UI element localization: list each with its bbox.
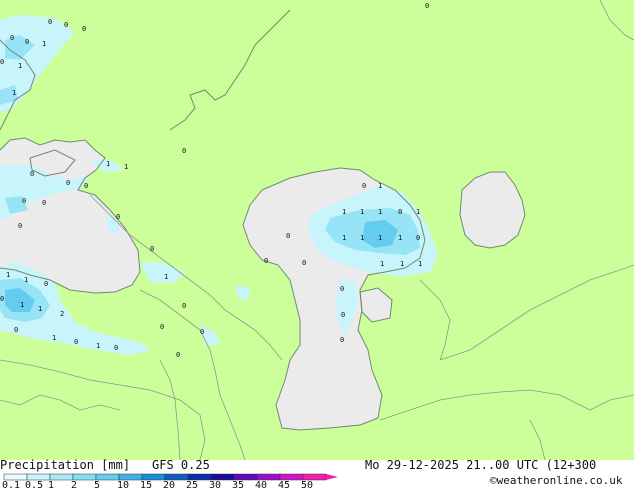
legend-label: 50	[301, 480, 314, 491]
precip-value-label: 0	[341, 311, 345, 319]
precip-value-label: 1	[416, 208, 420, 216]
legend-label: 5	[94, 480, 101, 491]
precip-value-label: 1	[124, 163, 128, 171]
forecast-datetime: Mo 29-12-2025 21..00 UTC (12+300	[365, 458, 597, 472]
legend-label: 30	[209, 480, 222, 491]
legend-label: 10	[117, 480, 130, 491]
precip-value-label: 1	[164, 273, 168, 281]
precip-value-label: 0	[18, 222, 22, 230]
precip-value-label: 0	[48, 18, 52, 26]
product-title: Precipitation [mm]	[0, 458, 131, 472]
legend-label: 35	[232, 480, 245, 491]
legend-label: 40	[255, 480, 268, 491]
precip-value-label: 1	[106, 160, 110, 168]
precip-value-label: 0	[200, 328, 204, 336]
precip-value-label: 1	[400, 260, 404, 268]
legend-arrow	[326, 474, 338, 480]
precip-value-label: 0	[10, 34, 14, 42]
precip-value-label: 1	[418, 260, 422, 268]
precip-value-label: 1	[342, 208, 346, 216]
precip-value-label: 0	[116, 213, 120, 221]
precip-value-label: 0	[340, 336, 344, 344]
precip-value-label: 1	[42, 40, 46, 48]
precip-value-label: 0	[398, 208, 402, 216]
precip-value-label: 0	[74, 338, 78, 346]
precip-value-label: 0	[84, 182, 88, 190]
precip-value-label: 0	[114, 344, 118, 352]
legend-label: 1	[48, 480, 55, 491]
precip-value-label: 1	[398, 234, 402, 242]
precip-value-label: 0	[416, 234, 420, 242]
precip-value-label: 1	[12, 89, 16, 97]
precip-value-label: 0	[64, 21, 68, 29]
precip-value-label: 0	[82, 25, 86, 33]
precip-value-label: 1	[52, 334, 56, 342]
legend-label: 20	[163, 480, 176, 491]
precip-value-label: 0	[14, 326, 18, 334]
precip-value-label: 2	[60, 310, 64, 318]
precip-value-label: 1	[380, 260, 384, 268]
precip-value-label: 0	[150, 245, 154, 253]
precip-value-label: 1	[18, 62, 22, 70]
model-name: GFS 0.25	[152, 458, 210, 472]
precip-value-label: 1	[20, 301, 24, 309]
precip-value-label: 1	[342, 234, 346, 242]
legend-label: 45	[278, 480, 291, 491]
precip-value-label: 1	[378, 208, 382, 216]
precip-value-label: 0	[160, 323, 164, 331]
precip-value-label: 1	[378, 234, 382, 242]
precip-value-label: 1	[6, 271, 10, 279]
precip-value-label: 1	[360, 208, 364, 216]
precip-value-label: 0	[264, 257, 268, 265]
precip-value-label: 0	[425, 2, 429, 10]
precip-value-label: 0	[44, 280, 48, 288]
precip-value-label: 0	[0, 58, 4, 66]
precip-value-label: 0	[182, 302, 186, 310]
precip-value-label: 0	[286, 232, 290, 240]
precipitation-map: 0 0 0 0 0 1 0 1 1 0 0 1 1 0 0 0 0 0 0 0 0 0 0 1 1 0 0 1 1 2 1 0 0 1 0 1 0 0 0 0…	[0, 0, 634, 461]
legend-label: 15	[140, 480, 153, 491]
precip-value-label: 0	[42, 199, 46, 207]
precip-value-label: 0	[22, 197, 26, 205]
credit-text: ©weatheronline.co.uk	[490, 474, 623, 487]
legend-label: 0.5	[25, 480, 44, 491]
precip-value-label: 0	[182, 147, 186, 155]
precip-value-label: 0	[302, 259, 306, 267]
precip-value-label: 0	[66, 179, 70, 187]
precip-value-label: 1	[96, 342, 100, 350]
precip-value-label: 0	[30, 170, 34, 178]
precip-value-label: 1	[38, 305, 42, 313]
precip-value-label: 1	[378, 182, 382, 190]
precip-value-label: 0	[340, 285, 344, 293]
precip-value-label: 0	[25, 38, 29, 46]
precip-value-label: 0	[176, 351, 180, 359]
precip-value-label: 0	[362, 182, 366, 190]
precip-value-label: 1	[24, 276, 28, 284]
precip-value-label: 0	[0, 295, 4, 303]
legend-label: 2	[71, 480, 78, 491]
legend-label: 0.1	[2, 480, 21, 491]
legend-label: 25	[186, 480, 199, 491]
precip-value-label: 1	[360, 234, 364, 242]
